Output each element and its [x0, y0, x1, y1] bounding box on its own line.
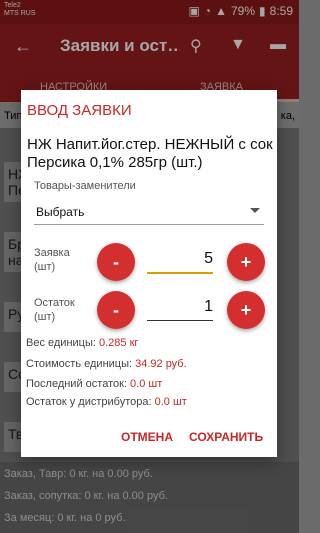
weight-info: Вес единицы: 0.285 кг	[26, 337, 138, 349]
stock-quantity-input[interactable]: 1	[147, 298, 213, 321]
stock-label: Остаток (шт)	[34, 297, 75, 323]
product-name: НЖ Напит.йог.стер. НЕЖНЫЙ с сок Персика …	[27, 136, 273, 171]
stock-minus-button[interactable]: -	[97, 291, 135, 329]
cost-info: Стоимость единицы: 34.92 руб.	[26, 358, 187, 370]
order-label: Заявка (шт)	[34, 247, 70, 273]
order-dialog: ВВОД ЗАЯВКИ НЖ Напит.йог.стер. НЕЖНЫЙ с …	[21, 90, 277, 457]
dialog-title: ВВОД ЗАЯВКИ	[27, 102, 132, 119]
weight-value: 0.285 кг	[99, 337, 139, 349]
cost-value: 34.92 руб.	[135, 358, 187, 370]
last-stock-info: Последний остаток: 0.0 шт	[26, 378, 162, 390]
last-stock-label: Последний остаток:	[26, 378, 131, 390]
cost-label: Стоимость единицы:	[26, 358, 136, 370]
save-button[interactable]: СОХРАНИТЬ	[189, 430, 263, 444]
order-plus-button[interactable]: +	[227, 243, 265, 281]
substitutes-select[interactable]: Выбрать	[34, 202, 264, 225]
order-quantity-input[interactable]: 5	[147, 250, 213, 274]
stock-plus-button[interactable]: +	[227, 291, 265, 329]
distributor-stock-info: Остаток у дистрибутора: 0.0 шт	[26, 396, 187, 408]
distributor-stock-label: Остаток у дистрибутора:	[26, 396, 155, 408]
select-value: Выбрать	[36, 205, 85, 219]
cancel-button[interactable]: ОТМЕНА	[121, 430, 173, 444]
order-minus-button[interactable]: -	[97, 243, 135, 281]
substitutes-label: Товары-заменители	[34, 180, 136, 192]
weight-label: Вес единицы:	[26, 337, 99, 349]
last-stock-value: 0.0 шт	[130, 378, 163, 390]
distributor-stock-value: 0.0 шт	[154, 396, 187, 408]
chevron-down-icon	[250, 208, 260, 213]
